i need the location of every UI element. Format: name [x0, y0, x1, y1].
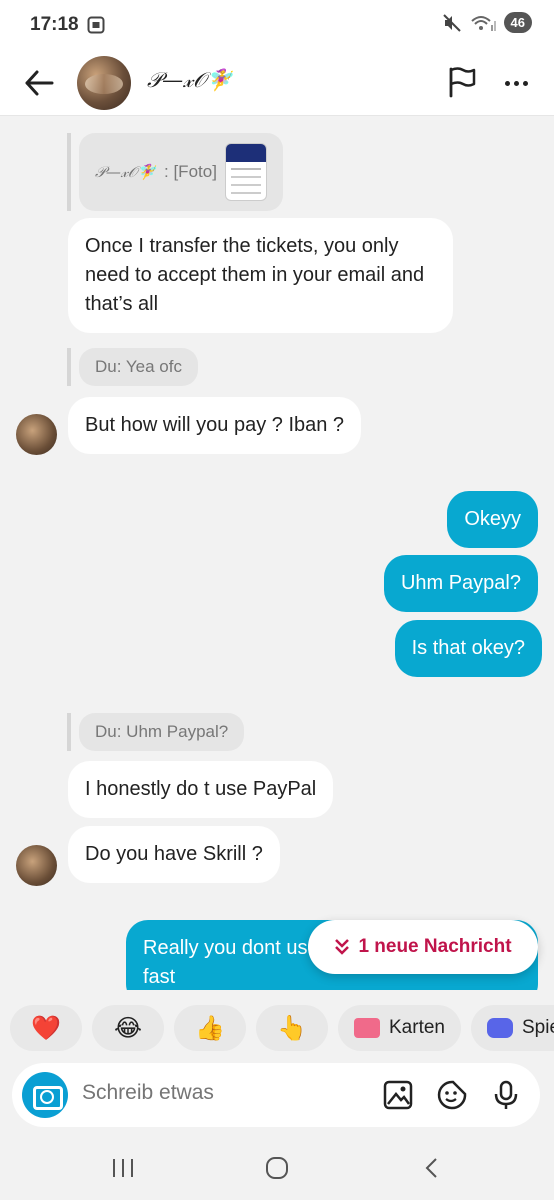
new-message-label: 1 neue Nachricht [358, 936, 512, 957]
laugh-reaction-button[interactable]: 😂 [92, 1005, 164, 1051]
incoming-message[interactable]: Once I transfer the tickets, you only ne… [68, 218, 453, 333]
gamepad-icon [486, 1018, 513, 1038]
quoted-message[interactable]: 𝒫—𝓍𝒪🧚‍♀️ : [Foto] [67, 133, 283, 211]
status-bar: 17:18 46 [0, 0, 554, 52]
outgoing-message[interactable]: Uhm Paypal? [383, 555, 538, 612]
cards-label: Karten [389, 1017, 445, 1038]
card-heart-icon [354, 1018, 380, 1038]
report-flag-icon[interactable] [446, 65, 478, 99]
quick-reply-bar: ❤️ 😂 👍 👆 Karten Spie [0, 1005, 554, 1053]
message-composer [12, 1063, 540, 1127]
back-arrow-icon[interactable] [22, 66, 56, 100]
incoming-message[interactable]: Do you have Skrill ? [68, 826, 280, 883]
double-chevron-down-icon [335, 939, 350, 955]
new-message-button[interactable]: 1 neue Nachricht [308, 920, 538, 974]
battery-indicator: 46 [503, 12, 532, 33]
sender-avatar[interactable] [16, 845, 57, 886]
quoted-text: Du: Uhm Paypal? [79, 713, 245, 751]
sender-avatar[interactable] [16, 414, 57, 455]
more-options-icon[interactable] [498, 66, 534, 100]
system-back-icon[interactable] [422, 1157, 442, 1179]
camera-icon[interactable] [22, 1072, 68, 1118]
chat-header: 𝒫—𝓍𝒪🧚‍♀️ [0, 52, 554, 116]
home-icon[interactable] [265, 1157, 289, 1179]
quoted-message[interactable]: Du: Yea ofc [67, 348, 198, 386]
incoming-message[interactable]: I honestly do t use PayPal [68, 761, 334, 818]
sticker-icon[interactable] [436, 1079, 468, 1111]
status-icons: 46 [442, 12, 532, 33]
contact-avatar[interactable] [77, 56, 131, 110]
quoted-text: : [Foto] [164, 162, 217, 181]
recent-apps-icon[interactable] [111, 1157, 135, 1179]
games-label: Spie [521, 1017, 554, 1038]
contact-name[interactable]: 𝒫—𝓍𝒪🧚‍♀️ [147, 68, 232, 93]
status-time: 17:18 [30, 14, 79, 35]
outgoing-message[interactable]: Okeyy [447, 491, 538, 548]
wifi-signal-icon [470, 15, 496, 31]
heart-reaction-button[interactable]: ❤️ [10, 1005, 82, 1051]
quoted-text: Du: Yea ofc [79, 348, 198, 386]
cards-button[interactable]: Karten [338, 1005, 461, 1051]
incoming-message[interactable]: But how will you pay ? Iban ? [68, 397, 362, 454]
point-up-reaction-button[interactable]: 👆 [256, 1005, 328, 1051]
microphone-icon[interactable] [490, 1079, 522, 1111]
gallery-icon[interactable] [382, 1079, 414, 1111]
message-input[interactable] [82, 1081, 362, 1105]
thumbs-up-reaction-button[interactable]: 👍 [174, 1005, 246, 1051]
message-list: 𝒫—𝓍𝒪🧚‍♀️ : [Foto] Once I transfer the ti… [0, 117, 554, 990]
quoted-message[interactable]: Du: Uhm Paypal? [67, 713, 245, 751]
system-navigation-bar [0, 1135, 554, 1200]
quoted-sender: 𝒫—𝓍𝒪🧚‍♀️ [95, 163, 157, 181]
games-button[interactable]: Spie [470, 1005, 554, 1051]
mute-icon [442, 13, 461, 32]
outgoing-message[interactable]: Is that okey? [394, 620, 542, 677]
screenshot-icon [87, 16, 105, 34]
photo-thumbnail[interactable] [224, 143, 267, 201]
